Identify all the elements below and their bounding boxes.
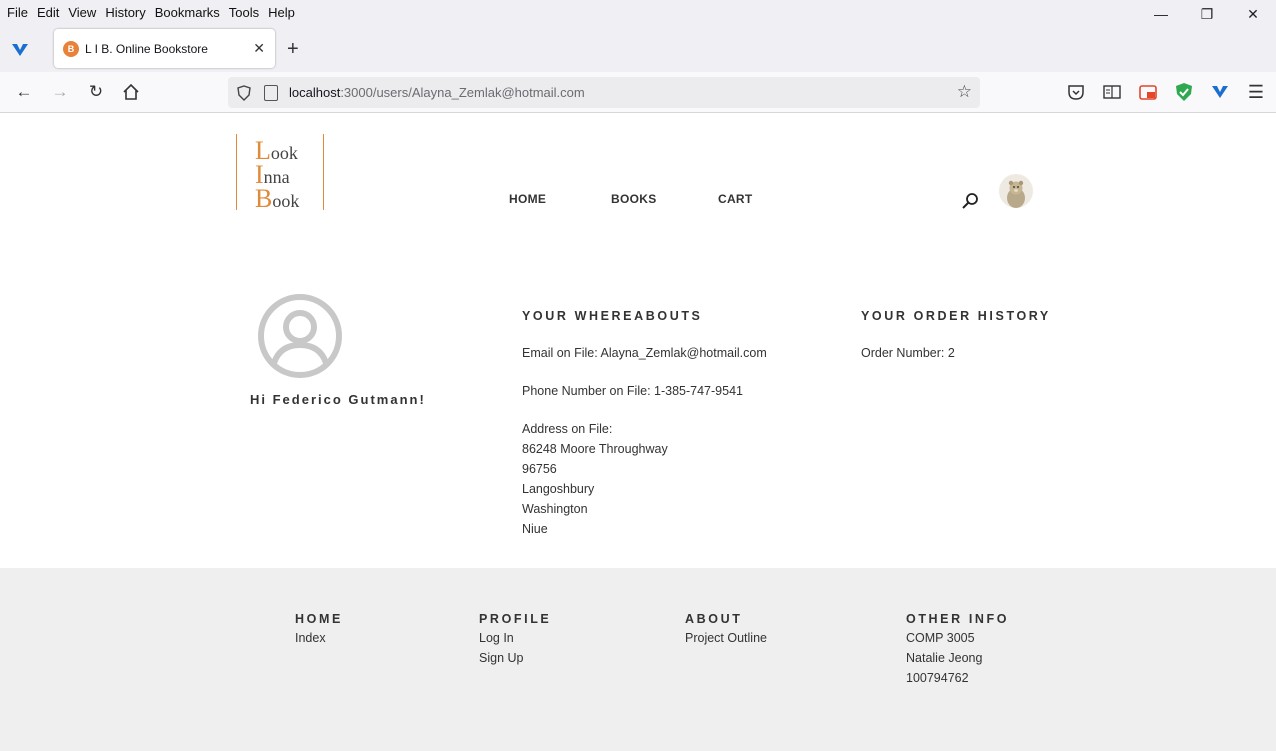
menu-history[interactable]: History	[105, 5, 145, 20]
menu-edit[interactable]: Edit	[37, 5, 59, 20]
footer-link-index[interactable]: Index	[295, 631, 326, 645]
menu-help[interactable]: Help	[268, 5, 295, 20]
tab-strip: B L I B. Online Bookstore ✕ +	[0, 24, 1276, 72]
footer-course: COMP 3005	[906, 631, 975, 645]
forward-icon[interactable]: →	[50, 82, 70, 102]
user-avatar[interactable]	[999, 174, 1033, 208]
footer-student-id: 100794762	[906, 671, 969, 685]
site-favicon-icon: B	[63, 40, 79, 57]
order-number[interactable]: Order Number: 2	[861, 346, 955, 360]
active-tab[interactable]: B L I B. Online Bookstore ✕	[54, 29, 275, 68]
menu-bookmarks[interactable]: Bookmarks	[155, 5, 220, 20]
hamburger-menu-icon[interactable]: ☰	[1246, 82, 1266, 102]
footer-link-login[interactable]: Log In	[479, 631, 514, 645]
address-label: Address on File:	[522, 422, 613, 436]
address-bar[interactable]: localhost:3000/users/Alayna_Zemlak@hotma…	[228, 77, 980, 108]
phone-on-file: Phone Number on File: 1-385-747-9541	[522, 384, 743, 398]
menu-view[interactable]: View	[68, 5, 96, 20]
profile-greeting: Hi Federico Gutmann!	[250, 392, 426, 407]
whereabouts-heading: YOUR WHEREABOUTS	[522, 309, 703, 323]
address-street: 86248 Moore Throughway	[522, 442, 668, 456]
tab-close-icon[interactable]: ✕	[253, 40, 265, 57]
menu-tools[interactable]: Tools	[229, 5, 259, 20]
new-tab-icon[interactable]: +	[287, 38, 299, 61]
nav-cart[interactable]: CART	[718, 192, 753, 206]
address-country: Niue	[522, 522, 548, 536]
pocket-icon[interactable]	[1066, 82, 1086, 102]
address-city: Langoshbury	[522, 482, 595, 496]
footer-about-title: ABOUT	[685, 612, 743, 626]
order-history-heading: YOUR ORDER HISTORY	[861, 309, 1051, 323]
tracking-shield-icon[interactable]	[236, 84, 252, 101]
page-info-icon[interactable]	[264, 84, 278, 101]
nav-books[interactable]: BOOKS	[611, 192, 657, 206]
footer-author: Natalie Jeong	[906, 651, 983, 665]
navigation-toolbar: ← → ↻ localhost:3000/users/Alayna_Zemlak…	[0, 72, 1276, 113]
menu-bar: File Edit View History Bookmarks Tools H…	[0, 0, 1276, 24]
address-state: Washington	[522, 502, 588, 516]
menu-file[interactable]: File	[7, 5, 28, 20]
url-host: localhost	[289, 85, 341, 100]
adblock-shield-icon[interactable]	[1174, 82, 1194, 102]
extension-v-icon[interactable]	[10, 42, 30, 58]
bear-avatar-icon	[1007, 180, 1025, 208]
home-icon[interactable]	[121, 82, 141, 102]
back-icon[interactable]: ←	[14, 82, 34, 102]
footer-other-title: OTHER INFO	[906, 612, 1010, 626]
screenshot-extension-icon[interactable]	[1138, 82, 1158, 102]
profile-placeholder-icon	[258, 294, 342, 378]
extension-v-toolbar-icon[interactable]	[1210, 82, 1230, 102]
url-path: :3000/users/Alayna_Zemlak@hotmail.com	[340, 85, 585, 100]
email-on-file: Email on File: Alayna_Zemlak@hotmail.com	[522, 346, 767, 360]
footer-home-title: HOME	[295, 612, 343, 626]
logo-line-3: Book	[255, 184, 300, 213]
bookmark-star-icon[interactable]: ☆	[957, 82, 972, 102]
footer-profile-title: PROFILE	[479, 612, 552, 626]
site-footer: HOME Index PROFILE Log In Sign Up ABOUT …	[0, 568, 1276, 751]
footer-link-signup[interactable]: Sign Up	[479, 651, 523, 665]
footer-link-project-outline[interactable]: Project Outline	[685, 631, 767, 645]
address-postal: 96756	[522, 462, 557, 476]
tab-title: L I B. Online Bookstore	[85, 41, 208, 56]
site-logo[interactable]: Look Inna Book	[236, 134, 324, 213]
search-icon[interactable]	[961, 192, 979, 210]
nav-home[interactable]: HOME	[509, 192, 546, 206]
reload-icon[interactable]: ↻	[86, 82, 106, 102]
reader-view-icon[interactable]	[1102, 82, 1122, 102]
